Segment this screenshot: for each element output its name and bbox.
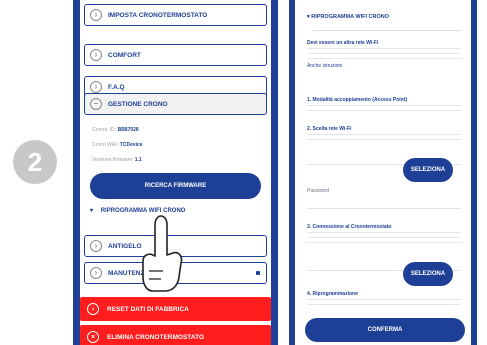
menu-item-label: GESTIONE CRONO bbox=[108, 100, 168, 108]
step1-title: 1. Modalità accoppiamento (Access Point) bbox=[307, 97, 408, 103]
info-value: BB87028 bbox=[117, 127, 139, 133]
header-label: RIPROGRAMMA WIFI CRONO bbox=[311, 14, 390, 20]
step2-text bbox=[307, 133, 461, 143]
section-title: Devi essere un altra rete Wi-Fi bbox=[307, 40, 379, 46]
password-label: Password bbox=[307, 188, 329, 194]
step4-text bbox=[307, 298, 461, 308]
close-icon: × bbox=[87, 331, 99, 343]
password-field[interactable] bbox=[307, 208, 461, 209]
chevron-icon: › bbox=[90, 267, 102, 279]
reset-factory-label: RESET DATI DI FABBRICA bbox=[107, 305, 189, 313]
select-wifi-button[interactable]: SELEZIONA bbox=[403, 158, 453, 182]
info-crono-wifi: Crono WiFi: TCDevice bbox=[92, 142, 143, 148]
chevron-icon: › bbox=[90, 240, 102, 252]
riprogramma-header[interactable]: ▾ RIPROGRAMMA WIFI CRONO bbox=[307, 14, 389, 20]
delete-thermostat-label: ELIMINA CRONOTERMOSTATO bbox=[107, 333, 204, 341]
info-label: Crono WiFi: bbox=[92, 142, 119, 148]
step4-title: 4. Riprogrammazione bbox=[307, 291, 358, 297]
confirm-button[interactable]: CONFERMA bbox=[305, 318, 465, 342]
step1-text bbox=[307, 104, 461, 112]
search-firmware-button[interactable]: RICERCA FIRMWARE bbox=[90, 173, 261, 199]
right-screen: ▾ RIPROGRAMMA WIFI CRONO Devi essere un … bbox=[295, 0, 471, 345]
chevron-down-icon: ▾ bbox=[307, 14, 310, 20]
chevron-icon: › bbox=[87, 303, 99, 315]
hand-pointer-icon bbox=[142, 215, 183, 292]
chevron-icon: › bbox=[90, 9, 102, 21]
step3-title: 3. Connessione al Cronotermostato bbox=[307, 224, 392, 230]
chevron-down-icon: ▾ bbox=[90, 208, 94, 214]
step3-text bbox=[307, 231, 461, 246]
select-thermostat-button[interactable]: SELEZIONA bbox=[403, 262, 453, 286]
info-value: 1.1 bbox=[134, 157, 142, 163]
reset-factory-button[interactable]: › RESET DATI DI FABBRICA bbox=[80, 297, 271, 321]
step-number-badge: 2 bbox=[13, 140, 57, 184]
menu-item-label: COMFORT bbox=[108, 51, 141, 59]
delete-thermostat-button[interactable]: × ELIMINA CRONOTERMOSTATO bbox=[80, 325, 271, 345]
section-note: Anche istruzioni bbox=[307, 63, 343, 69]
step2-title: 2. Scelta rete Wi-Fi bbox=[307, 126, 352, 132]
notification-dot bbox=[256, 271, 260, 275]
menu-item-imposta-cronotermostato[interactable]: › IMPOSTA CRONOTERMOSTATO bbox=[84, 4, 267, 26]
menu-item-label: F.A.Q bbox=[108, 83, 125, 91]
chevron-icon: › bbox=[90, 81, 102, 93]
chevron-icon: › bbox=[90, 49, 102, 61]
menu-item-gestione-crono[interactable]: – GESTIONE CRONO bbox=[84, 93, 267, 115]
description-text bbox=[307, 47, 461, 62]
menu-item-comfort[interactable]: › COMFORT bbox=[84, 44, 267, 66]
info-value: TCDevice bbox=[119, 142, 143, 148]
info-label: Versione firmware: bbox=[92, 157, 134, 163]
right-phone-frame: ▾ RIPROGRAMMA WIFI CRONO Devi essere un … bbox=[289, 0, 477, 345]
menu-item-label: ANTIGELO bbox=[108, 242, 142, 250]
divider bbox=[313, 30, 461, 31]
info-crono-id: Cronot. ID: BB87028 bbox=[92, 127, 139, 133]
minus-icon: – bbox=[90, 98, 102, 110]
menu-item-label: IMPOSTA CRONOTERMOSTATO bbox=[108, 11, 208, 19]
info-firmware-version: Versione firmware: 1.1 bbox=[92, 157, 142, 163]
info-label: Cronot. ID: bbox=[92, 127, 117, 133]
